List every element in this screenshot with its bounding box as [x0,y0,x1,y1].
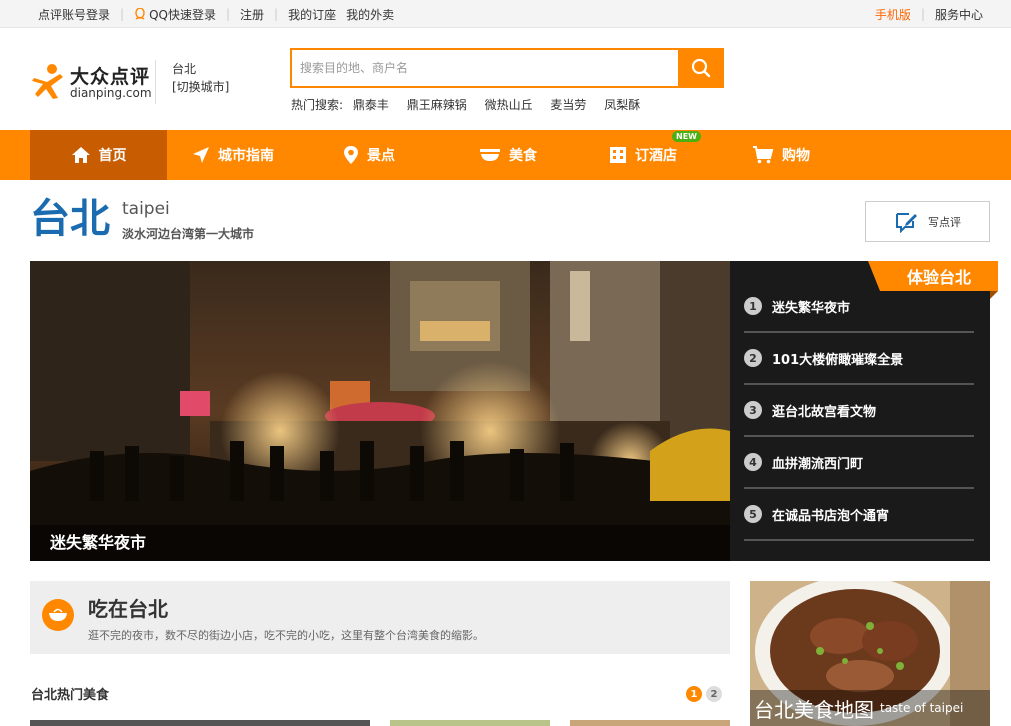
service-center-link[interactable]: 服务中心 [935,6,983,23]
search-icon [691,58,711,78]
nav-item-city-guide[interactable]: 城市指南 [192,130,274,180]
login-link[interactable]: 点评账号登录 [38,6,110,23]
nav-label: 城市指南 [218,148,274,164]
logo[interactable]: 大众点评 dianping.com [30,60,152,104]
my-booking-link[interactable]: 我的订座 [288,6,336,23]
nav-item-home[interactable]: 首页 [30,130,167,180]
my-takeout-link[interactable]: 我的外卖 [346,6,394,23]
separator: | [920,7,925,21]
search-button[interactable] [678,48,724,88]
location-pin-icon [344,146,358,164]
hot-search-term[interactable]: 麦当劳 [550,98,586,112]
bowl-icon [480,149,500,161]
qq-login-link[interactable]: QQ快速登录 [134,6,216,23]
mobile-link[interactable]: 手机版 [875,6,911,23]
item-label: 迷失繁华夜市 [772,300,851,316]
write-review-button[interactable]: 写点评 [865,201,990,242]
city-slogan: 淡水河边台湾第一大城市 [122,227,255,241]
hot-search-label: 热门搜索: [291,98,344,112]
nav-item-food[interactable]: 美食 [479,130,537,180]
logo-text-cn: 大众点评 [70,66,151,88]
page-button[interactable]: 2 [706,686,722,702]
nav-item-attractions[interactable]: 景点 [343,130,395,180]
experience-item[interactable]: 5 在诚品书店泡个通宵 [744,489,974,541]
nav-item-hotel[interactable]: 订酒店 [609,130,677,180]
nav-label: 首页 [98,148,127,164]
hot-food-heading: 台北热门美食 [31,688,110,703]
separator: | [120,7,125,21]
item-number: 2 [744,349,762,367]
register-link[interactable]: 注册 [240,6,264,23]
hot-search-term[interactable]: 鼎王麻辣锅 [407,98,467,112]
food-map-title: 台北美食地图 [754,697,874,722]
new-badge: NEW [672,131,701,142]
edit-comment-icon [896,212,917,233]
nav-label: 订酒店 [635,148,677,164]
nav-label: 购物 [782,148,810,164]
hot-searches: 热门搜索: 鼎泰丰 鼎王麻辣锅 微热山丘 麦当劳 凤梨酥 [291,96,654,113]
current-city: 台北 [172,62,197,76]
hot-search-term[interactable]: 凤梨酥 [604,98,640,112]
item-number: 5 [744,505,762,523]
city-name-en: taipei [122,199,170,219]
search-bar: 搜索目的地、商户名 [290,48,724,88]
food-thumbnail[interactable] [390,720,550,726]
food-bowl-icon [42,599,74,631]
hero-banner[interactable]: 迷失繁华夜市 [30,261,730,561]
item-label: 血拼潮流西门町 [772,456,864,472]
navigation-arrow-icon [193,147,209,163]
logo-text-en: dianping.com [70,86,152,100]
food-thumbnail[interactable] [30,720,370,726]
search-input[interactable]: 搜索目的地、商户名 [290,48,680,88]
section-description: 逛不完的夜市，数不尽的街边小店，吃不完的小吃，这里有整个台湾美食的缩影。 [88,629,484,642]
experience-item[interactable]: 3 逛台北故宫看文物 [744,385,974,437]
dianping-logo-icon [32,64,63,99]
hot-search-term[interactable]: 鼎泰丰 [353,98,389,112]
city-name-cn: 台北 [30,196,110,242]
food-map-banner[interactable]: 台北美食地图 taste of taipei [750,581,990,726]
nav-label: 景点 [367,148,395,164]
top-bar-left: 点评账号登录 | QQ快速登录 | 注册 | 我的订座 我的外卖 [38,0,394,28]
item-number: 3 [744,401,762,419]
night-market-photo [30,261,730,561]
item-number: 1 [744,297,762,315]
section-title: 吃在台北 [88,597,168,621]
experience-panel: 体验台北 1 迷失繁华夜市 2 101大楼俯瞰璀璨全景 3 逛台北故宫看文物 4 血拼潮… [730,261,998,561]
item-label: 逛台北故宫看文物 [772,404,877,420]
separator: | [274,7,279,21]
top-bar-right: 手机版 | 服务中心 [875,0,983,28]
switch-city-link[interactable]: [切换城市] [172,78,229,96]
top-bar: 点评账号登录 | QQ快速登录 | 注册 | 我的订座 我的外卖 手机版 | 服… [0,0,1011,28]
experience-item[interactable]: 1 迷失繁华夜市 [744,281,974,333]
hotel-building-icon [610,147,626,163]
main-nav: 首页 城市指南 景点 美食 订酒店 NEW 购物 [0,130,1011,180]
nav-item-shopping[interactable]: 购物 [752,130,810,180]
shopping-cart-icon [753,146,774,164]
qq-icon [135,7,145,20]
item-label: 在诚品书店泡个通宵 [772,508,890,524]
home-icon [71,147,90,163]
item-label: 101大楼俯瞰璀璨全景 [772,352,904,368]
city-switcher: 台北 [切换城市] [155,60,229,104]
hot-search-term[interactable]: 微热山丘 [485,98,533,112]
food-map-subtitle: taste of taipei [880,701,964,715]
experience-list: 1 迷失繁华夜市 2 101大楼俯瞰璀璨全景 3 逛台北故宫看文物 4 血拼潮流西门町 … [744,281,974,541]
header: 大众点评 dianping.com 台北 [切换城市] 搜索目的地、商户名 热门… [0,28,1011,130]
food-map-caption: 台北美食地图 taste of taipei [750,690,990,726]
nav-label: 美食 [509,148,537,164]
write-review-label: 写点评 [928,215,961,229]
pager: 1 2 [686,686,726,702]
separator: | [225,7,231,21]
experience-item[interactable]: 2 101大楼俯瞰璀璨全景 [744,333,974,385]
food-thumbnail[interactable] [570,720,730,726]
eat-section-header: 吃在台北 逛不完的夜市，数不尽的街边小店，吃不完的小吃，这里有整个台湾美食的缩影… [30,581,730,654]
qq-login-label: QQ快速登录 [149,7,216,22]
experience-item[interactable]: 4 血拼潮流西门町 [744,437,974,489]
hero-caption: 迷失繁华夜市 [30,525,730,561]
page-button[interactable]: 1 [686,686,702,702]
item-number: 4 [744,453,762,471]
